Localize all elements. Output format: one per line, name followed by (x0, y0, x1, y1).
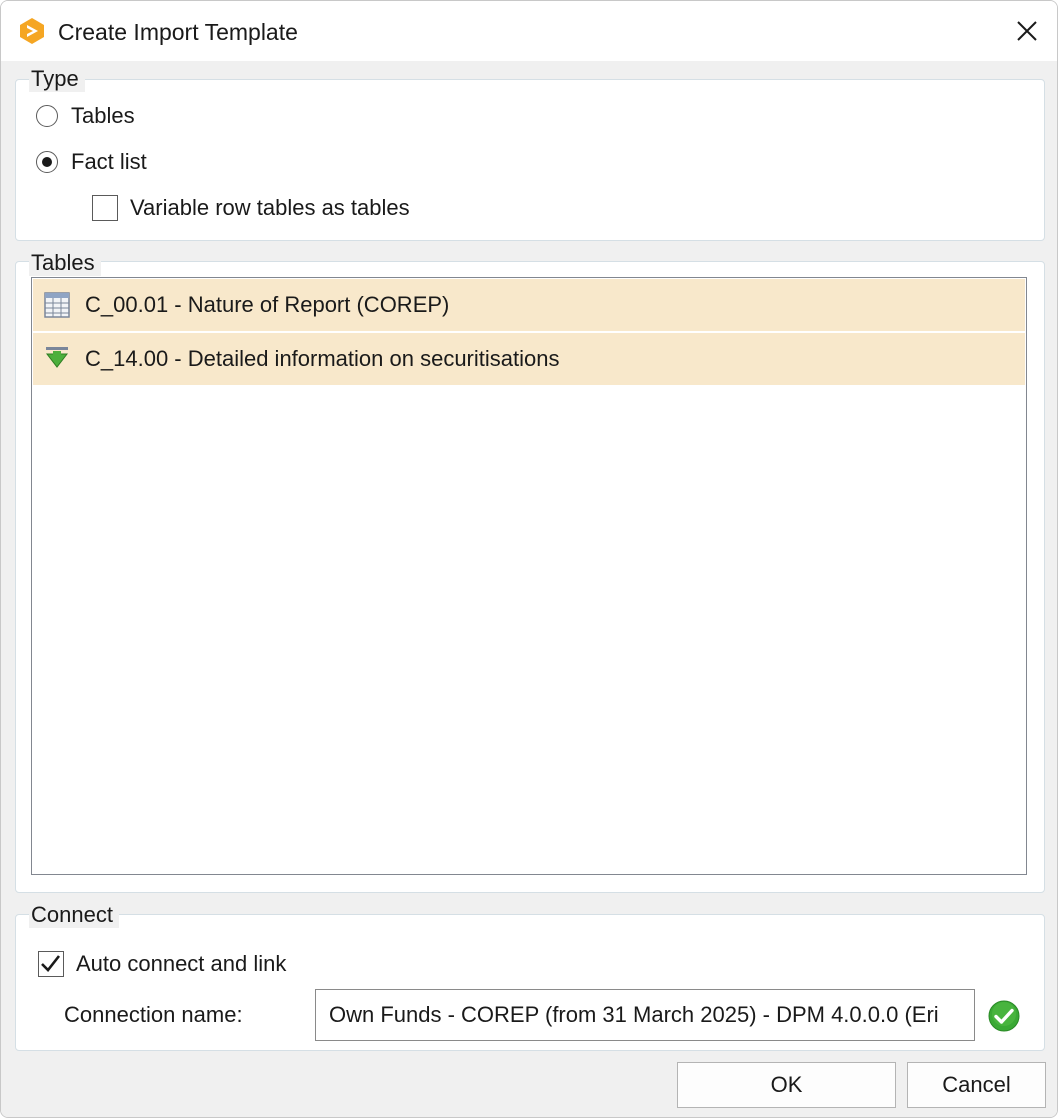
dialog-body: Type Tables Fact list Variable row table… (1, 61, 1057, 1117)
fact-list-radio-option[interactable]: Fact list (36, 149, 147, 175)
tables-listbox[interactable]: C_00.01 - Nature of Report (COREP) C_14.… (31, 277, 1027, 875)
list-item-label: C_00.01 - Nature of Report (COREP) (85, 292, 450, 317)
app-logo-icon (20, 18, 44, 44)
green-check-icon (988, 1000, 1020, 1032)
tables-radio[interactable] (36, 105, 58, 127)
auto-connect-option[interactable]: Auto connect and link (38, 951, 286, 977)
type-group-legend: Type (29, 66, 85, 92)
list-item[interactable]: C_14.00 - Detailed information on securi… (33, 333, 1025, 385)
close-icon (1017, 21, 1037, 41)
ok-button[interactable]: OK (677, 1062, 896, 1108)
variable-row-tables-checkbox[interactable] (92, 195, 118, 221)
variable-row-tables-label: Variable row tables as tables (130, 195, 410, 220)
create-import-template-dialog: Create Import Template Type Tables Fact … (0, 0, 1058, 1118)
dialog-title: Create Import Template (58, 19, 298, 45)
auto-connect-checkbox[interactable] (38, 951, 64, 977)
connection-name-label: Connection name: (64, 1002, 243, 1027)
checkmark-icon (41, 955, 61, 972)
fact-list-radio[interactable] (36, 151, 58, 173)
list-item-label: C_14.00 - Detailed information on securi… (85, 346, 560, 371)
tables-radio-option[interactable]: Tables (36, 103, 135, 129)
cancel-button[interactable]: Cancel (907, 1062, 1046, 1108)
title-bar: Create Import Template (1, 1, 1057, 61)
fact-list-radio-label: Fact list (71, 149, 147, 174)
connect-group-legend: Connect (29, 902, 119, 928)
connection-name-field[interactable]: Own Funds - COREP (from 31 March 2025) -… (315, 989, 975, 1041)
auto-connect-label: Auto connect and link (76, 951, 287, 976)
tables-group-legend: Tables (29, 250, 101, 276)
close-button[interactable] (997, 1, 1057, 61)
tables-radio-label: Tables (71, 103, 135, 128)
list-item[interactable]: C_00.01 - Nature of Report (COREP) (33, 279, 1025, 331)
table-grid-icon (44, 292, 70, 318)
variable-row-tables-option[interactable]: Variable row tables as tables (92, 195, 410, 221)
green-arrow-down-icon (45, 347, 69, 368)
